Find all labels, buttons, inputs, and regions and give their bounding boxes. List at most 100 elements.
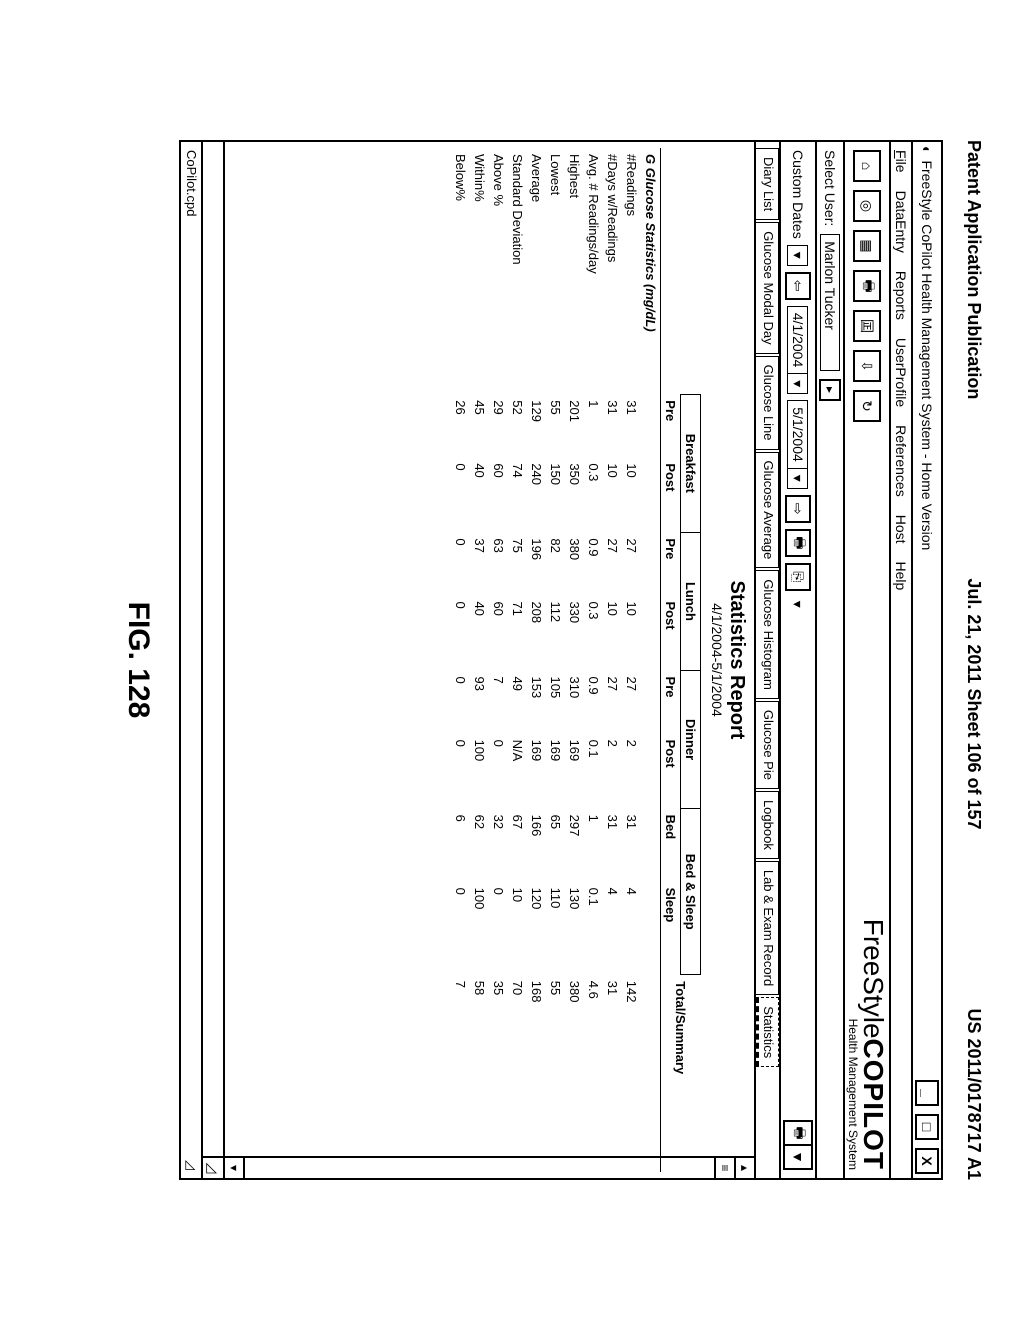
metric-value: 0: [451, 734, 470, 809]
table-row: Standard Deviation5274757149N/A671070: [508, 148, 527, 1172]
report-date-range: 4/1/2004-5/1/2004: [709, 148, 725, 1172]
grid-icon[interactable]: ▦: [853, 230, 881, 262]
col-lpost: Post: [661, 595, 681, 670]
metric-label: Below%: [451, 148, 470, 394]
select-user-label: Select User:: [822, 150, 838, 226]
metric-value: 10: [622, 595, 641, 670]
metric-value: 0: [451, 457, 470, 532]
metric-label: Above %: [489, 148, 508, 394]
menu-help[interactable]: Help: [893, 562, 909, 591]
print-dropdown[interactable]: 🖶 ▼: [783, 1120, 813, 1170]
section-glucose: G Glucose Statistics (mg/dL): [643, 154, 658, 332]
col-sleep: Sleep: [661, 882, 681, 975]
metric-value: 74: [508, 457, 527, 532]
metric-value: 112: [546, 595, 565, 670]
col-dpost: Post: [661, 734, 681, 809]
menu-dataentry[interactable]: DataEntry: [893, 191, 909, 253]
horizontal-scrollbar[interactable]: ◿: [203, 142, 225, 1178]
download-icon[interactable]: ⇩: [853, 350, 881, 382]
metric-value: 55: [546, 975, 565, 1172]
metric-label: Within%: [470, 148, 489, 394]
metric-value: 142: [622, 975, 641, 1172]
tab-statistics[interactable]: Statistics: [756, 997, 779, 1067]
date-print-button[interactable]: 🖶: [785, 529, 811, 557]
scroll-up-icon[interactable]: ▴: [734, 1158, 754, 1178]
metric-value: 350: [565, 457, 584, 532]
metric-value: 168: [527, 975, 546, 1172]
metric-value: 40: [470, 595, 489, 670]
metric-value: 71: [508, 595, 527, 670]
titlebar: ◐ FreeStyle CoPilot Health Management Sy…: [911, 142, 941, 1178]
menu-references[interactable]: References: [893, 425, 909, 497]
maximize-button[interactable]: □: [915, 1114, 939, 1140]
resize-grip-icon[interactable]: ◿: [183, 1152, 199, 1170]
close-button[interactable]: X: [915, 1148, 939, 1174]
scroll-down-icon[interactable]: ▾: [225, 1158, 245, 1178]
brand-name-2: COPILOT: [858, 1039, 889, 1170]
metric-value: 150: [546, 457, 565, 532]
metric-label: Average: [527, 148, 546, 394]
metric-label: Standard Deviation: [508, 148, 527, 394]
col-dpre: Pre: [661, 671, 681, 734]
tab-glucose-average[interactable]: Glucose Average: [756, 452, 779, 569]
date-to[interactable]: 5/1/2004▾: [788, 400, 809, 489]
refresh-icon[interactable]: ↻: [853, 390, 881, 422]
menu-host[interactable]: Host: [893, 515, 909, 544]
metric-value: 49: [508, 671, 527, 734]
metric-label: Lowest: [546, 148, 565, 394]
tab-diary-list[interactable]: Diary List: [756, 148, 779, 220]
date-range-label: Custom Dates: [790, 150, 806, 239]
date-prev-button[interactable]: ⇦: [785, 272, 811, 300]
tab-glucose-pie[interactable]: Glucose Pie: [756, 701, 779, 789]
metric-value: 208: [527, 595, 546, 670]
scroll-thumb[interactable]: ≡: [714, 1158, 734, 1178]
col-bed: Bed: [661, 809, 681, 882]
date-next-button[interactable]: ⇨: [785, 495, 811, 523]
metric-value: 31: [603, 809, 622, 882]
metric-value: 63: [489, 532, 508, 595]
app-window: ◐ FreeStyle CoPilot Health Management Sy…: [179, 140, 943, 1180]
language-icon[interactable]: 囸: [853, 310, 881, 342]
report-title: Statistics Report: [725, 148, 748, 1172]
metric-value: 0: [451, 532, 470, 595]
metric-value: 60: [489, 457, 508, 532]
vertical-scrollbar[interactable]: ▴ ≡ ▾: [225, 1156, 754, 1178]
metric-value: 0: [451, 671, 470, 734]
menubar: File DataEntry Reports UserProfile Refer…: [889, 142, 911, 1178]
metric-value: 10: [508, 882, 527, 975]
date-clipboard-button[interactable]: ⎘: [785, 563, 811, 591]
menu-file[interactable]: File: [893, 150, 909, 173]
tab-glucose-modal-day[interactable]: Glucose Modal Day: [756, 222, 779, 353]
scroll-corner: ◿: [203, 1156, 223, 1178]
select-user-bar: Select User: Marlon Tucker ▸: [815, 142, 843, 1178]
tab-lab-exam[interactable]: Lab & Exam Record: [756, 861, 779, 995]
col-group-bedsleep: Bed & Sleep: [681, 809, 701, 975]
metric-value: 70: [508, 975, 527, 1172]
select-user-value[interactable]: Marlon Tucker: [820, 234, 840, 371]
metric-value: 0.3: [584, 457, 603, 532]
user-scroll-right-icon[interactable]: ▸: [819, 379, 841, 401]
menu-reports[interactable]: Reports: [893, 271, 909, 320]
metric-value: 32: [489, 809, 508, 882]
col-group-dinner: Dinner: [681, 671, 701, 809]
tab-logbook[interactable]: Logbook: [756, 791, 779, 859]
metric-value: 201: [565, 394, 584, 457]
metric-value: N/A: [508, 734, 527, 809]
metric-value: 31: [603, 975, 622, 1172]
tab-glucose-histogram[interactable]: Glucose Histogram: [756, 570, 779, 699]
menu-userprofile[interactable]: UserProfile: [893, 338, 909, 407]
metric-value: 0.9: [584, 671, 603, 734]
target-icon[interactable]: ◎: [853, 190, 881, 222]
metric-value: 380: [565, 975, 584, 1172]
tab-glucose-line[interactable]: Glucose Line: [756, 356, 779, 450]
metric-label: Avg. # Readings/day: [584, 148, 603, 394]
app-icon: ◐: [919, 146, 935, 154]
metric-value: 55: [546, 394, 565, 457]
printer-icon[interactable]: 🖶: [853, 270, 881, 302]
chevron-down-icon: ▼: [785, 1146, 811, 1168]
date-range-type[interactable]: ▾: [788, 245, 809, 266]
date-from[interactable]: 4/1/2004▾: [788, 306, 809, 395]
minimize-button[interactable]: _: [915, 1080, 939, 1106]
metric-value: 0: [451, 882, 470, 975]
home-icon[interactable]: ⌂: [853, 150, 881, 182]
